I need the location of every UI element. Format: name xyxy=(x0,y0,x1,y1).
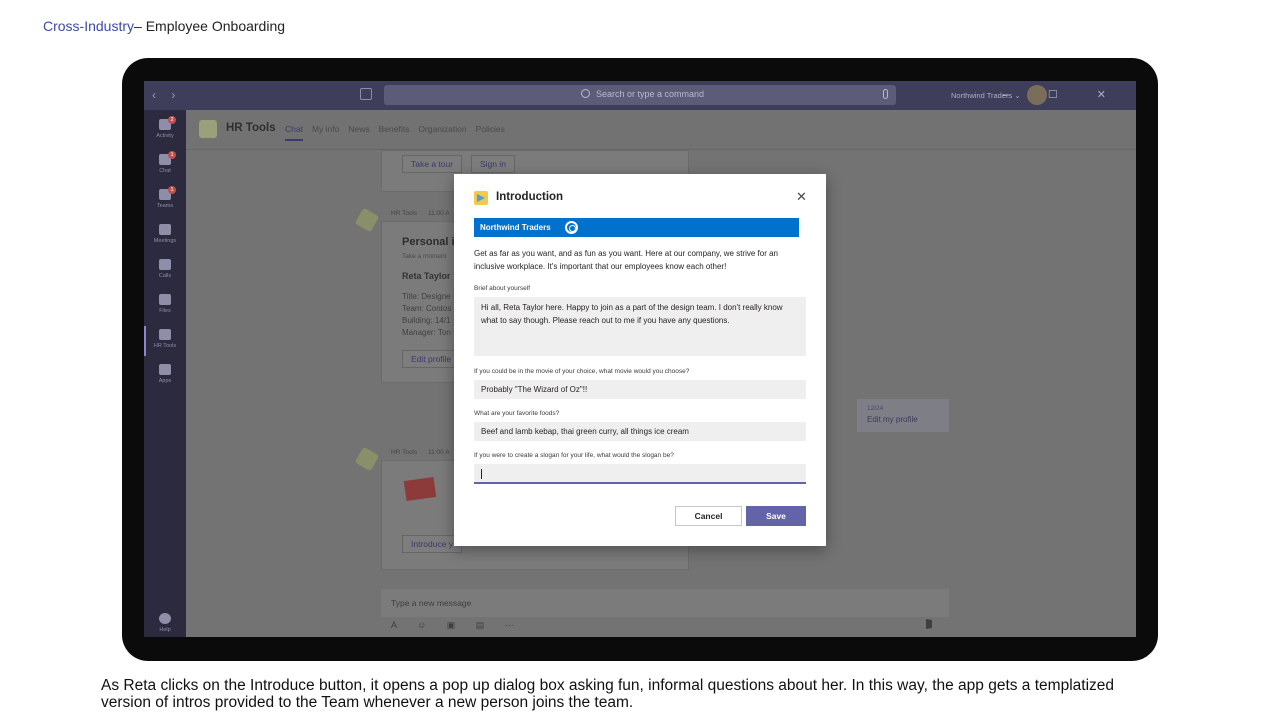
rail-item-files[interactable]: Files xyxy=(144,289,186,323)
edit-profile-button[interactable]: Edit profile xyxy=(402,350,461,368)
rail-item-hr-tools[interactable]: HR Tools xyxy=(144,324,186,358)
chat-badge: 1 xyxy=(168,151,176,159)
slide-caption: As Reta clicks on the Introduce button, … xyxy=(101,677,1115,711)
calendar-icon xyxy=(159,224,171,235)
profile-line: Building: 14/1 xyxy=(402,316,451,325)
rail-label: Help xyxy=(159,627,171,633)
msg-time: 11:00 A xyxy=(428,449,450,456)
rail-label: HR Tools xyxy=(153,343,177,349)
composer-toolbar[interactable]: A ☺ ▣ ▤ ⋯ xyxy=(391,620,523,631)
composer-placeholder: Type a new message xyxy=(391,598,472,608)
banner-text: Northwind Traders xyxy=(480,223,551,232)
search-placeholder: Search or type a command xyxy=(596,89,705,99)
profile-name: Reta Taylor xyxy=(402,271,451,281)
microphone-icon[interactable] xyxy=(883,89,888,99)
rail-item-meetings[interactable]: Meetings xyxy=(144,219,186,253)
tab-my-info[interactable]: My info xyxy=(312,124,339,141)
title-bar: ‹ › Search or type a command Northwind T… xyxy=(144,81,1136,110)
profile-card-subtext: Take a moment xyxy=(402,253,447,260)
search-input[interactable]: Search or type a command xyxy=(384,85,896,105)
search-icon xyxy=(581,89,590,98)
activity-badge: 2 xyxy=(168,116,176,124)
hr-tools-app-icon xyxy=(199,120,217,138)
introduction-dialog: Introduction ✕ Northwind Traders Get as … xyxy=(454,174,826,546)
slide-title: Cross-Industry– Employee Onboarding xyxy=(43,18,285,34)
slide-title-accent: Cross-Industry xyxy=(43,18,135,34)
dialog-title: Introduction xyxy=(496,191,564,203)
rail-label: Calls xyxy=(158,273,172,279)
message-composer[interactable]: Type a new message xyxy=(381,589,949,617)
profile-line: Manager: Ton xyxy=(402,328,451,337)
rail-label: Chat xyxy=(159,168,171,174)
phone-icon xyxy=(159,259,171,270)
rail-item-activity[interactable]: 2 Activity xyxy=(144,114,186,148)
about-field[interactable]: Hi all, Reta Taylor here. Happy to join … xyxy=(474,297,806,356)
take-tour-button[interactable]: Take a tour xyxy=(402,155,463,173)
text-cursor xyxy=(481,468,482,479)
msg-sender: HR Tools xyxy=(391,449,418,456)
rail-item-chat[interactable]: 1 Chat xyxy=(144,149,186,183)
msg-sender: HR Tools xyxy=(391,210,418,217)
rail-label: Teams xyxy=(156,203,174,209)
compose-icon[interactable] xyxy=(360,88,372,100)
tab-organization[interactable]: Organization xyxy=(418,124,466,141)
q2-label: If you could be in the movie of your cho… xyxy=(474,368,690,375)
apps-icon xyxy=(159,364,171,375)
app-name: HR Tools xyxy=(226,122,276,134)
hr-tools-app-icon xyxy=(474,191,488,205)
q3-label: What are your favorite foods? xyxy=(474,410,560,417)
rail-item-teams[interactable]: 1 Teams xyxy=(144,184,186,218)
movie-field[interactable]: Probably "The Wizard of Oz"!! xyxy=(474,380,806,399)
rail-item-calls[interactable]: Calls xyxy=(144,254,186,288)
cancel-button[interactable]: Cancel xyxy=(675,506,742,526)
tab-policies[interactable]: Policies xyxy=(476,124,505,141)
q4-label: If you were to create a slogan for your … xyxy=(474,452,674,459)
slogan-field[interactable] xyxy=(474,464,806,484)
slide-title-rest: – Employee Onboarding xyxy=(134,18,286,34)
tab-news[interactable]: News xyxy=(348,124,369,141)
app-header: HR Tools Chat My info News Benefits Orga… xyxy=(186,110,1136,150)
rail-label: Activity xyxy=(156,133,174,139)
my-message-text: Edit my profile xyxy=(867,415,918,424)
company-logo-icon xyxy=(565,221,578,234)
send-icon[interactable] xyxy=(926,619,938,629)
rail-label: Apps xyxy=(158,378,172,384)
tab-benefits[interactable]: Benefits xyxy=(379,124,410,141)
my-message-bubble: 12/24 Edit my profile xyxy=(857,399,949,432)
sign-in-button[interactable]: Sign in xyxy=(471,155,515,173)
teams-badge: 1 xyxy=(168,186,176,194)
megaphone-icon xyxy=(159,329,171,340)
rail-label: Files xyxy=(159,308,171,314)
name-badge-image xyxy=(403,477,437,501)
save-button[interactable]: Save xyxy=(746,506,806,526)
window-controls[interactable]: – ☐ ✕ xyxy=(1003,88,1124,101)
company-banner: Northwind Traders xyxy=(474,218,799,237)
rail-label: Meetings xyxy=(153,238,177,244)
app-tabs: Chat My info News Benefits Organization … xyxy=(285,124,505,141)
msg-time: 11:00 A xyxy=(428,210,450,217)
back-forward-icon[interactable]: ‹ › xyxy=(152,88,181,102)
rail-item-apps[interactable]: Apps xyxy=(144,359,186,393)
dialog-intro: Get as far as you want, and as fun as yo… xyxy=(474,249,779,271)
foods-field[interactable]: Beef and lamb kebap, thai green curry, a… xyxy=(474,422,806,441)
rail-item-help[interactable]: Help xyxy=(144,608,186,637)
tab-chat[interactable]: Chat xyxy=(285,124,303,141)
close-icon[interactable]: ✕ xyxy=(796,189,807,205)
profile-line: Title: Designe xyxy=(402,292,451,301)
q1-label: Brief about yourself xyxy=(474,285,531,292)
file-icon xyxy=(159,294,171,305)
profile-line: Team: Contos xyxy=(402,304,452,313)
profile-card-heading: Personal i xyxy=(402,236,455,248)
app-rail: 2 Activity 1 Chat 1 Teams Meetings Calls Fi… xyxy=(144,110,186,637)
help-icon xyxy=(159,613,171,624)
